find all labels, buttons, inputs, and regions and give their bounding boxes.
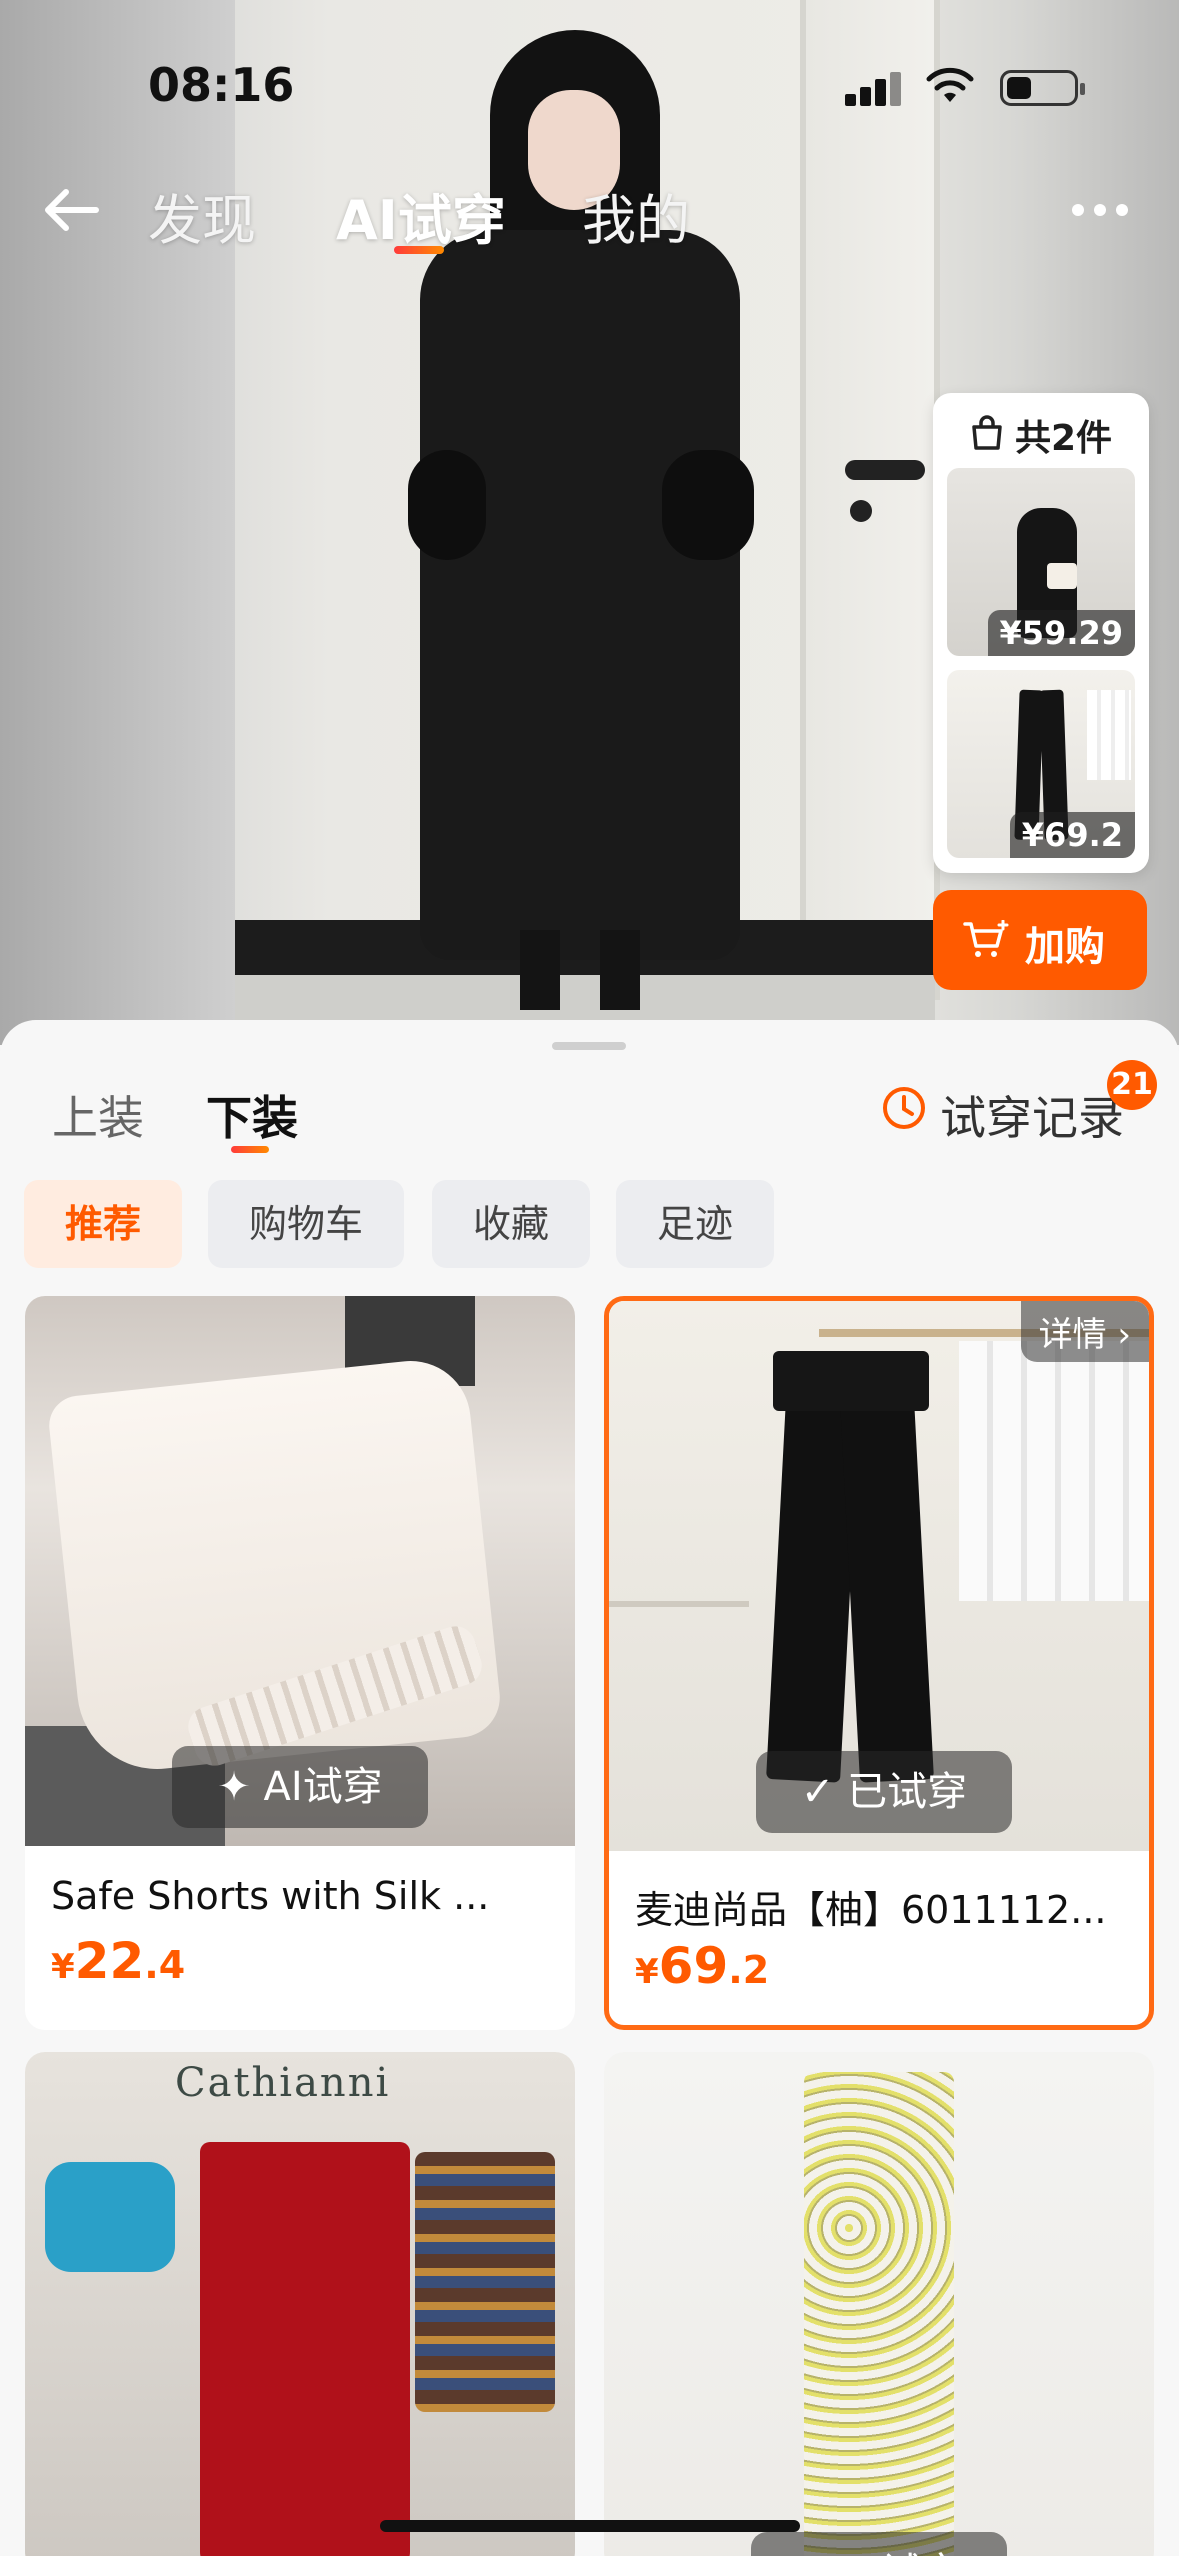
add-to-cart-label: 加购 [1025,924,1105,970]
price-integer: 22 [74,1932,145,1990]
history-count-badge: 21 [1107,1060,1157,1110]
product-image: Cathianni [25,2052,575,2556]
floral-skirt-shape [804,2072,954,2556]
chip-footprints[interactable]: 足迹 [616,1180,774,1268]
battery-icon [1000,70,1085,106]
outfit-item-coat[interactable]: ¥59.29 [947,468,1135,656]
back-arrow-icon[interactable] [40,178,104,242]
home-indicator[interactable] [380,2520,800,2532]
clothes-rack [959,1341,1149,1601]
product-card[interactable]: ✦ AI试穿 [604,2052,1154,2556]
product-card[interactable]: Cathianni [25,2052,575,2556]
chip-cart[interactable]: 购物车 [208,1180,404,1268]
model-leg-left [520,930,560,1010]
model-coat [420,230,740,960]
fur-cuff-right [662,450,754,560]
product-image: ✦ AI试穿 [25,1296,575,1846]
status-time: 08:16 [148,58,295,112]
wifi-icon [926,67,974,102]
product-card[interactable]: ✦ AI试穿 Safe Shorts with Silk ... ¥22.4 [25,1296,575,2030]
model-leg-right [600,930,640,1010]
outfit-item-pants[interactable]: ¥69.2 [947,670,1135,858]
cart-plus-icon [963,920,1009,957]
details-link[interactable]: 详情 › [1020,1301,1149,1362]
ai-try-on-button[interactable]: ✦ AI试穿 [172,1746,428,1828]
try-on-history-label: 试穿记录 [940,1091,1124,1145]
tab-mine[interactable]: 我的 [582,176,690,255]
segment-active-indicator [231,1146,269,1153]
status-icons [845,66,1085,110]
product-image: ✦ AI试穿 [604,2052,1154,2556]
chip-recommended[interactable]: 推荐 [24,1180,182,1268]
segment-bottoms[interactable]: 下装 [206,1082,298,1148]
fur-cuff-left [408,450,486,560]
sheet-grabber[interactable] [552,1042,626,1050]
product-price: ¥69.2 [635,1937,769,1995]
model-legs [510,930,650,1010]
jeans-leg-right [838,1359,934,1783]
price-decimal: .4 [144,1943,186,1987]
product-price: ¥22.4 [51,1932,185,1990]
wall-shelf [609,1601,749,1607]
background-wall [0,0,235,1045]
rack-thumbnail [1087,690,1131,780]
price-currency: ¥ [51,1947,75,1987]
product-card-selected[interactable]: 详情 › ✓ 已试穿 麦迪尚品【柚】6011112... ¥69.2 [604,1296,1154,2030]
screen: 08:16 发现 AI试穿 我的 共2件 ¥59.29 ¥69.2 加购 上装 … [0,0,1179,2556]
shopping-bag-icon [972,415,1002,450]
price-integer: 69 [658,1937,729,1995]
knit-vest-shape [415,2152,555,2412]
add-to-cart-button[interactable]: 加购 [933,890,1147,990]
door-handle [845,460,925,480]
handbag-shape [45,2162,175,2272]
active-tab-indicator [394,246,444,254]
tab-ai-try-on[interactable]: AI试穿 [336,176,506,255]
red-skirt-shape [200,2142,410,2556]
product-image: 详情 › ✓ 已试穿 [609,1301,1149,1851]
jeans-waist [773,1351,929,1411]
segment-tops[interactable]: 上装 [52,1082,144,1148]
product-title: 麦迪尚品【柚】6011112... [635,1888,1107,1932]
outfit-items-panel: 共2件 ¥59.29 ¥69.2 [933,393,1149,873]
brand-sign: Cathianni [175,2060,391,2106]
tab-discover[interactable]: 发现 [148,176,256,255]
bag-thumbnail [1047,563,1077,589]
price-decimal: .2 [728,1948,770,1992]
outfit-item-price: ¥59.29 [987,610,1135,656]
door-lock [850,500,872,522]
more-options-icon[interactable] [1072,200,1132,220]
cellular-signal-icon [845,70,905,106]
product-sheet: 上装 下装 试穿记录 21 推荐 购物车 收藏 足迹 ✦ AI试穿 Safe S… [0,1020,1179,2556]
outfit-count-title: 共2件 [1015,418,1113,459]
ai-try-on-button[interactable]: ✦ AI试穿 [751,2532,1007,2556]
outfit-item-price: ¥69.2 [1009,812,1135,858]
chip-favorites[interactable]: 收藏 [432,1180,590,1268]
tried-on-button[interactable]: ✓ 已试穿 [756,1751,1012,1833]
top-nav: 发现 AI试穿 我的 [0,160,1179,260]
product-title: Safe Shorts with Silk ... [51,1874,490,1918]
price-currency: ¥ [635,1952,659,1992]
background-door [800,0,940,1000]
clock-icon [883,1087,925,1129]
